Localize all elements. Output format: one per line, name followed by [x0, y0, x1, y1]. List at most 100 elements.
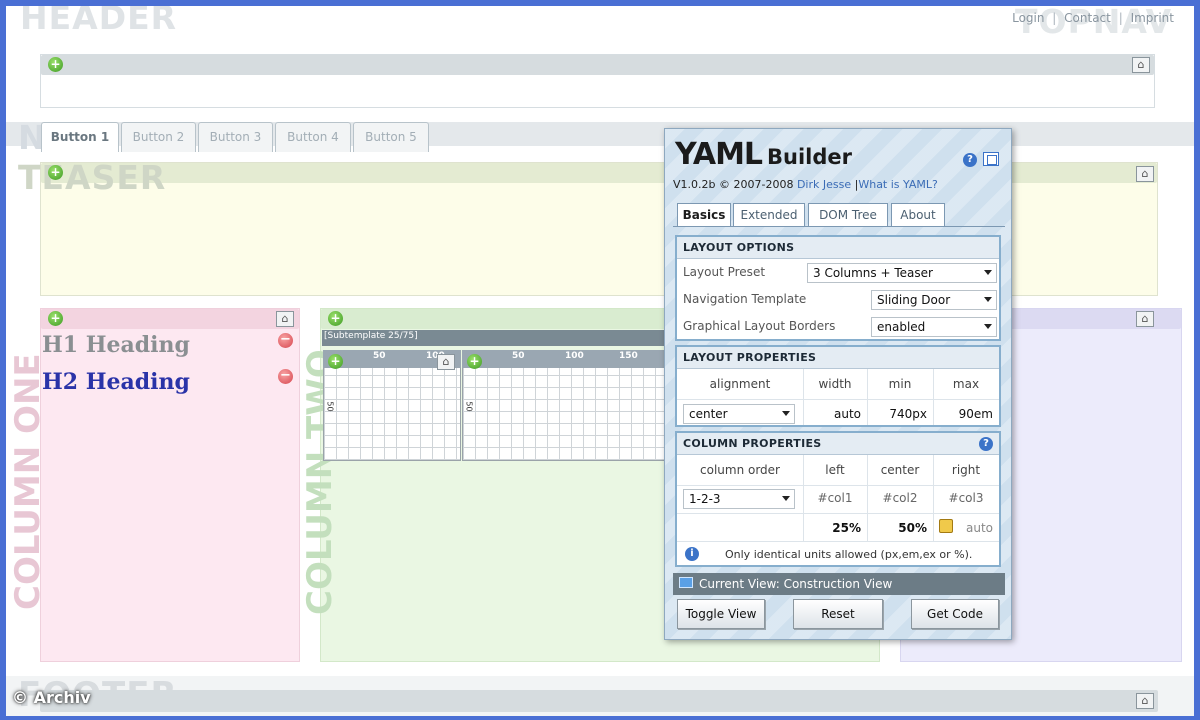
right-header: right — [951, 463, 981, 477]
current-view-bar: Current View: Construction View — [673, 573, 1005, 595]
author-link[interactable]: Dirk Jesse — [797, 178, 851, 191]
layout-preset-select[interactable]: 3 Columns + Teaser — [807, 263, 997, 283]
center-width-value[interactable]: 50% — [867, 521, 927, 535]
footer-bar — [40, 690, 1158, 712]
column-order-select[interactable]: 1-2-3 — [683, 489, 795, 509]
tab-about[interactable]: About — [891, 203, 945, 227]
h1-heading: H1 Heading — [42, 332, 190, 358]
nav-tab-button-2[interactable]: Button 2 — [121, 122, 196, 152]
alignment-value: center — [689, 407, 728, 421]
table-divider — [677, 513, 999, 514]
yaml-builder-panel[interactable]: YAML Builder ? V1.0.2b © 2007-2008 Dirk … — [664, 128, 1012, 640]
max-value[interactable]: 90em — [933, 407, 993, 421]
table-divider — [677, 399, 999, 400]
add-icon[interactable]: + — [48, 57, 63, 72]
nav-tab-button-5[interactable]: Button 5 — [353, 122, 429, 152]
units-note: Only identical units allowed (px,em,ex o… — [725, 548, 973, 561]
info-icon: i — [685, 547, 699, 561]
col1-id: #col1 — [817, 491, 853, 505]
lock-icon[interactable]: ⌂ — [1136, 693, 1154, 709]
max-header: max — [952, 377, 980, 391]
contact-link[interactable]: Contact — [1064, 11, 1111, 25]
lock-icon[interactable]: ⌂ — [1136, 311, 1154, 327]
toggle-view-button[interactable]: Toggle View — [677, 599, 765, 629]
chevron-down-icon — [984, 297, 992, 302]
center-header: center — [880, 463, 920, 477]
left-width-value[interactable]: 25% — [803, 521, 861, 535]
remove-icon[interactable]: − — [278, 369, 293, 384]
layout-options-section: LAYOUT OPTIONS Layout Preset 3 Columns +… — [675, 235, 1001, 341]
add-icon[interactable]: + — [328, 354, 343, 369]
add-icon[interactable]: + — [48, 165, 63, 180]
navigation-template-value: Sliding Door — [877, 293, 951, 307]
layout-options-title: LAYOUT OPTIONS — [677, 237, 999, 259]
add-icon[interactable]: + — [48, 311, 63, 326]
layout-borders-row: Graphical Layout Borders enabled — [677, 317, 999, 341]
alignment-header: alignment — [709, 377, 771, 391]
what-is-yaml-link[interactable]: What is YAML? — [858, 178, 938, 191]
right-width-value: auto — [965, 521, 993, 535]
layout-properties-section: LAYOUT PROPERTIES alignment width min ma… — [675, 345, 1001, 427]
table-divider — [677, 541, 999, 542]
topnav-links: Login | Contact | Imprint — [1010, 11, 1176, 25]
chevron-down-icon — [782, 411, 790, 416]
lock-icon[interactable]: ⌂ — [437, 354, 455, 370]
col3-id: #col3 — [948, 491, 984, 505]
column-one-region — [40, 308, 300, 662]
login-link[interactable]: Login — [1012, 11, 1044, 25]
layout-preset-label: Layout Preset — [683, 265, 766, 279]
layout-borders-label: Graphical Layout Borders — [683, 319, 836, 333]
tab-extended[interactable]: Extended — [733, 203, 805, 227]
table-divider — [677, 485, 999, 486]
column-order-header: column order — [700, 463, 780, 477]
ruler-tick: 100 — [565, 351, 584, 361]
tab-divider — [673, 226, 1005, 227]
lock-icon[interactable]: ⌂ — [1136, 166, 1154, 182]
ruler-tick: 50 — [464, 401, 474, 412]
layout-borders-select[interactable]: enabled — [871, 317, 997, 337]
chevron-down-icon — [984, 270, 992, 275]
photo-credit: © Archiv — [12, 688, 91, 707]
help-icon[interactable]: ? — [979, 437, 993, 451]
column-properties-section: COLUMN PROPERTIES ? column order left ce… — [675, 431, 1001, 567]
remove-icon[interactable]: − — [278, 333, 293, 348]
current-view-text: Current View: Construction View — [699, 577, 893, 591]
nav-tab-button-4[interactable]: Button 4 — [275, 122, 351, 152]
column-order-value: 1-2-3 — [689, 492, 721, 506]
col2-id: #col2 — [882, 491, 918, 505]
topnav-separator: | — [1118, 11, 1123, 25]
ruler-tick: 50 — [512, 351, 525, 361]
min-value[interactable]: 740px — [867, 407, 927, 421]
window-toggle-icon[interactable] — [983, 152, 999, 166]
get-code-button[interactable]: Get Code — [911, 599, 999, 629]
reset-button[interactable]: Reset — [793, 599, 883, 629]
width-header: width — [818, 377, 852, 391]
column-properties-title: COLUMN PROPERTIES — [677, 433, 999, 455]
navigation-template-label: Navigation Template — [683, 292, 807, 306]
navigation-template-select[interactable]: Sliding Door — [871, 290, 997, 310]
lock-icon[interactable]: ⌂ — [276, 311, 294, 327]
nav-tab-button-3[interactable]: Button 3 — [198, 122, 273, 152]
layout-properties-title: LAYOUT PROPERTIES — [677, 347, 999, 369]
add-icon[interactable]: + — [328, 311, 343, 326]
tab-dom-tree[interactable]: DOM Tree — [808, 203, 888, 227]
imprint-link[interactable]: Imprint — [1131, 11, 1174, 25]
help-icon[interactable]: ? — [963, 153, 977, 167]
nav-tab-button-1[interactable]: Button 1 — [41, 122, 119, 152]
add-icon[interactable]: + — [467, 354, 482, 369]
navigation-template-row: Navigation Template Sliding Door — [677, 290, 999, 314]
lock-icon[interactable] — [939, 519, 953, 533]
alignment-select[interactable]: center — [683, 404, 795, 424]
column-one-bar — [41, 309, 299, 329]
topnav-separator: | — [1052, 11, 1057, 25]
version-line: V1.0.2b © 2007-2008 Dirk Jesse |What is … — [673, 178, 938, 191]
min-header: min — [888, 377, 912, 391]
column-one-watermark: COLUMN ONE — [8, 320, 56, 620]
layout-preset-row: Layout Preset 3 Columns + Teaser — [677, 263, 999, 287]
width-value[interactable]: auto — [803, 407, 861, 421]
yaml-logo: YAML — [675, 137, 763, 172]
tab-basics[interactable]: Basics — [677, 203, 731, 227]
header-watermark: HEADER — [20, 0, 178, 37]
lock-icon[interactable]: ⌂ — [1132, 57, 1150, 73]
subtemplate-label: [Subtemplate 25/75] — [324, 331, 418, 341]
